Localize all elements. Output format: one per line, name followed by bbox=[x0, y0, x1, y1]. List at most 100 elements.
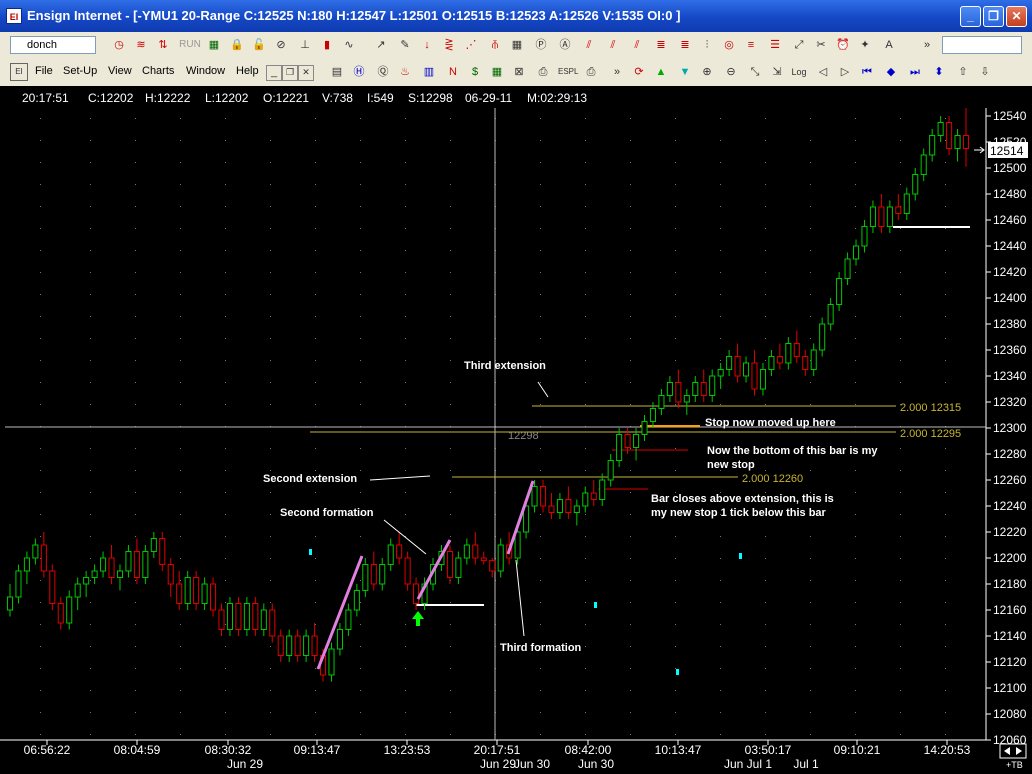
a-icon[interactable]: Ⓐ bbox=[556, 36, 574, 54]
grid2-icon[interactable]: ▦ bbox=[488, 63, 506, 81]
maximize-button[interactable]: ❐ bbox=[983, 6, 1004, 27]
price-chart[interactable]: 1254012520125001248012460124401242012400… bbox=[0, 108, 1032, 774]
log-icon[interactable]: Log bbox=[790, 63, 808, 81]
retrace2-icon[interactable]: ≣ bbox=[676, 36, 694, 54]
grid-dot bbox=[450, 470, 451, 471]
first-bar-icon[interactable]: ⏮ bbox=[858, 63, 876, 81]
scroll-left-icon[interactable]: ◁ bbox=[814, 63, 832, 81]
menu-help[interactable]: Help bbox=[236, 65, 259, 77]
fib-fan-icon[interactable]: ⋛ bbox=[440, 36, 458, 54]
child-close-button[interactable]: ✕ bbox=[298, 65, 314, 81]
grid-dot bbox=[180, 712, 181, 713]
chart-window-icon[interactable]: EI bbox=[10, 63, 28, 81]
grid-dot bbox=[585, 690, 586, 691]
slider-track[interactable] bbox=[942, 36, 1022, 54]
channel2-icon[interactable]: ⫽ bbox=[604, 36, 622, 54]
close-button[interactable]: ✕ bbox=[1006, 6, 1027, 27]
alarm-icon[interactable]: ⏰ bbox=[834, 36, 852, 54]
down-triangle-icon[interactable]: ▼ bbox=[676, 63, 694, 81]
menu-setup[interactable]: Set-Up bbox=[63, 65, 97, 77]
grid-dot bbox=[40, 272, 41, 273]
vertical-line-icon[interactable]: ⊥ bbox=[296, 36, 314, 54]
minimize-button[interactable]: _ bbox=[960, 6, 981, 27]
q-icon[interactable]: Ⓠ bbox=[374, 63, 392, 81]
new-chart-icon[interactable]: ▤ bbox=[328, 63, 346, 81]
grid-dot bbox=[900, 668, 901, 669]
child-minimize-button[interactable]: _ bbox=[266, 65, 282, 81]
level-icon[interactable]: ≡ bbox=[742, 36, 760, 54]
cycle-icon[interactable]: ⫶ bbox=[698, 36, 716, 54]
study-combo[interactable]: donch bbox=[10, 36, 96, 54]
grid-dot bbox=[40, 360, 41, 361]
grid-dot bbox=[360, 360, 361, 361]
gann-grid-icon[interactable]: ▦ bbox=[508, 36, 526, 54]
up-triangle-icon[interactable]: ▲ bbox=[652, 63, 670, 81]
fan-icon[interactable]: ⋰ bbox=[462, 36, 480, 54]
bar-chart-icon[interactable]: ▥ bbox=[420, 63, 438, 81]
menu-file[interactable]: File bbox=[35, 65, 53, 77]
last-bar-icon[interactable]: ⏭ bbox=[906, 63, 924, 81]
compress-icon[interactable]: ⇲ bbox=[768, 63, 786, 81]
down-arrow-icon[interactable]: ↓ bbox=[418, 36, 436, 54]
espl-icon[interactable]: ESPL bbox=[558, 63, 578, 81]
text-tool-icon[interactable]: A bbox=[880, 36, 898, 54]
pencil-icon[interactable]: ✎ bbox=[396, 36, 414, 54]
grid-dot bbox=[855, 602, 856, 603]
candle-icon[interactable]: ▮ bbox=[318, 36, 336, 54]
ray-icon[interactable]: ⤢ bbox=[790, 36, 808, 54]
bars-icon[interactable]: ⇅ bbox=[154, 36, 172, 54]
line-chart-icon[interactable]: ∿ bbox=[340, 36, 358, 54]
channel-icon[interactable]: ⫽ bbox=[580, 36, 598, 54]
circle-icon[interactable]: ◎ bbox=[720, 36, 738, 54]
grid-dot bbox=[450, 668, 451, 669]
delete-icon[interactable]: ⊠ bbox=[510, 63, 528, 81]
retrace-icon[interactable]: ≣ bbox=[652, 36, 670, 54]
grid-icon[interactable]: ▦ bbox=[205, 36, 223, 54]
lock-icon[interactable]: 🔒 bbox=[228, 36, 246, 54]
scroll-up-icon[interactable]: ⇧ bbox=[954, 63, 972, 81]
grid-dot bbox=[540, 558, 541, 559]
expand-icon[interactable]: ◆ bbox=[882, 63, 900, 81]
camera-icon[interactable]: ⎙ bbox=[534, 63, 552, 81]
wave-icon[interactable]: ≋ bbox=[132, 36, 150, 54]
candle-body bbox=[362, 564, 369, 591]
scissors-icon[interactable]: ✂ bbox=[812, 36, 830, 54]
vertical-expand-icon[interactable]: ⬍ bbox=[930, 63, 948, 81]
menu-view[interactable]: View bbox=[108, 65, 132, 77]
channel3-icon[interactable]: ⫽ bbox=[628, 36, 646, 54]
levels-icon[interactable]: ☰ bbox=[766, 36, 784, 54]
printer-icon[interactable]: ⎙ bbox=[582, 63, 600, 81]
n-icon[interactable]: N bbox=[444, 63, 462, 81]
candle-body bbox=[404, 557, 411, 585]
grid-dot bbox=[675, 140, 676, 141]
menu-window[interactable]: Window bbox=[186, 65, 225, 77]
trendline-icon[interactable]: ↗ bbox=[372, 36, 390, 54]
grid-dot bbox=[360, 580, 361, 581]
dollar-icon[interactable]: $ bbox=[466, 63, 484, 81]
zoom-out-icon[interactable]: ⊖ bbox=[722, 63, 740, 81]
grid-dot bbox=[405, 272, 406, 273]
grid-dot bbox=[585, 206, 586, 207]
fire-icon[interactable]: ♨ bbox=[396, 63, 414, 81]
child-restore-button[interactable]: ❐ bbox=[282, 65, 298, 81]
no-icon[interactable]: ⊘ bbox=[272, 36, 290, 54]
run-button[interactable]: RUN bbox=[178, 36, 202, 54]
unlock-icon[interactable]: 🔓 bbox=[250, 36, 268, 54]
axis-scroll-control[interactable] bbox=[999, 743, 1027, 759]
pitchfork-icon[interactable]: ⫚ bbox=[486, 36, 504, 54]
clock-icon[interactable]: ◷ bbox=[110, 36, 128, 54]
zoom-fit-icon[interactable]: ⤡ bbox=[746, 63, 764, 81]
scroll-down-icon[interactable]: ⇩ bbox=[976, 63, 994, 81]
overflow2-icon[interactable]: » bbox=[608, 63, 626, 81]
wizard-icon[interactable]: ✦ bbox=[856, 36, 874, 54]
refresh-icon[interactable]: ⟳ bbox=[630, 63, 648, 81]
overflow-icon[interactable]: » bbox=[918, 36, 936, 54]
p-icon[interactable]: Ⓟ bbox=[532, 36, 550, 54]
zoom-in-icon[interactable]: ⊕ bbox=[698, 63, 716, 81]
formation-line-2[interactable] bbox=[416, 539, 452, 600]
grid-dot bbox=[180, 140, 181, 141]
menu-charts[interactable]: Charts bbox=[142, 65, 174, 77]
scroll-right-icon[interactable]: ▷ bbox=[836, 63, 854, 81]
h-icon[interactable]: Ⓗ bbox=[350, 63, 368, 81]
grid-dot bbox=[450, 712, 451, 713]
